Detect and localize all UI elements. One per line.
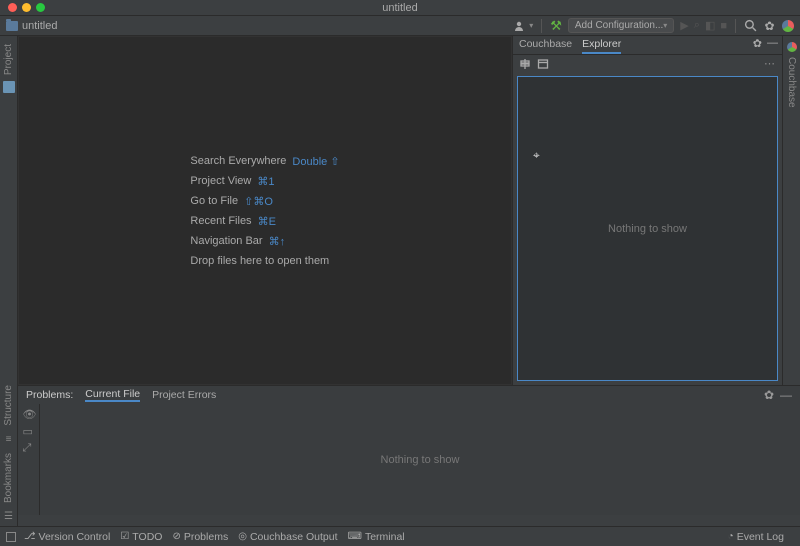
empty-label: Nothing to show [381,454,460,466]
left-tool-strip-lower: Structure ≡ Bookmarks ☰ [0,385,18,526]
navigation-bar: untitled ▾ ⚒ Add Configuration... ▾ ▶ ⌕ … [0,16,800,36]
hint-search-everywhere: Search Everywhere [190,155,286,167]
panel-hide-icon[interactable]: — [780,388,792,402]
window-controls[interactable] [8,3,45,12]
panel-settings-icon[interactable]: ✿ [753,37,762,50]
breadcrumb[interactable]: untitled [6,20,57,32]
tab-current-file[interactable]: Current File [85,388,140,402]
filter-icon[interactable]: ▭ [23,425,35,437]
close-icon[interactable] [8,3,17,12]
couchbase-icon[interactable] [787,42,797,52]
search-icon[interactable] [744,19,757,32]
status-terminal[interactable]: ⌨Terminal [348,531,405,543]
status-bar: ⎇Version Control ☑TODO ⊘Problems ◎Couchb… [0,526,800,546]
build-icon[interactable]: ⚒ [550,18,562,34]
folder-icon [6,21,18,31]
left-tool-strip: Project [0,36,18,385]
tool-project[interactable]: Project [3,44,14,75]
coverage-icon[interactable]: ◧ [705,19,715,32]
add-connection-icon[interactable] [519,58,531,70]
debug-icon[interactable]: ⌕ [694,19,700,32]
hint-recent-files: Recent Files [190,215,251,227]
maximize-icon[interactable] [36,3,45,12]
status-todo[interactable]: ☑TODO [120,531,162,543]
shortcut: ⌘1 [257,175,274,188]
run-icon[interactable]: ▶ [680,19,688,32]
chevron-down-icon[interactable]: ▾ [529,21,533,30]
tool-window-toggle-icon[interactable] [6,532,16,542]
structure-icon[interactable]: ≡ [6,434,12,445]
breadcrumb-project[interactable]: untitled [22,20,57,32]
couchbase-icon[interactable] [782,20,794,32]
hint-navigation-bar: Navigation Bar [190,235,262,247]
problems-panel: Problems: Current File Project Errors ✿ … [18,385,800,515]
hint-drop-files: Drop files here to open them [190,255,329,267]
shortcut: ⌘E [258,215,276,228]
run-controls: ▶ ⌕ ◧ ■ [680,19,727,32]
shortcut: ⌘↑ [269,235,286,248]
right-tool-strip: Couchbase [782,36,800,385]
add-configuration-button[interactable]: Add Configuration... ▾ [568,18,674,33]
tab-couchbase[interactable]: Couchbase [519,38,572,54]
bookmark-icon[interactable]: ☰ [4,511,13,522]
minimize-icon[interactable] [22,3,31,12]
tab-explorer[interactable]: Explorer [582,38,621,54]
inspect-icon[interactable]: 👁 [23,408,35,420]
settings-icon[interactable]: ✿ [763,19,776,32]
empty-label: Nothing to show [608,223,687,235]
shortcut: ⇧⌘O [244,195,273,208]
status-version-control[interactable]: ⎇Version Control [24,531,110,543]
editor-area[interactable]: Search Everywhere Double ⇧ Project View … [18,36,512,385]
hint-project-view: Project View [190,175,251,187]
title-bar: untitled [0,0,800,16]
hint-go-to-file: Go to File [190,195,238,207]
window-icon[interactable] [537,58,549,70]
window-title: untitled [382,2,417,14]
status-couchbase-output[interactable]: ◎Couchbase Output [238,531,337,543]
problems-title: Problems: [26,389,73,401]
status-problems[interactable]: ⊘Problems [172,531,228,543]
shortcut: Double ⇧ [292,155,339,168]
panel-hide-icon[interactable]: — [767,37,778,50]
editor-hints: Search Everywhere Double ⇧ Project View … [190,155,339,267]
chevron-down-icon: ▾ [663,21,667,30]
panel-settings-icon[interactable]: ✿ [764,388,774,402]
more-icon[interactable]: ⋯ [764,57,776,70]
tool-couchbase[interactable]: Couchbase [786,57,797,108]
problems-content: Nothing to show [40,404,800,515]
user-icon[interactable] [512,19,526,33]
expand-icon[interactable]: ⤢ [23,442,35,454]
tool-structure[interactable]: Structure [3,385,14,426]
add-configuration-label: Add Configuration... [575,20,663,31]
stop-icon[interactable]: ■ [720,20,727,32]
explorer-content[interactable]: Nothing to show [517,76,778,381]
project-icon[interactable] [3,81,15,93]
couchbase-panel: Couchbase Explorer ✿ — ⋯ Nothing to show [512,36,782,385]
status-event-log[interactable]: ◔Event Log [728,531,784,543]
tab-project-errors[interactable]: Project Errors [152,389,216,401]
tool-bookmarks[interactable]: Bookmarks [3,453,14,503]
